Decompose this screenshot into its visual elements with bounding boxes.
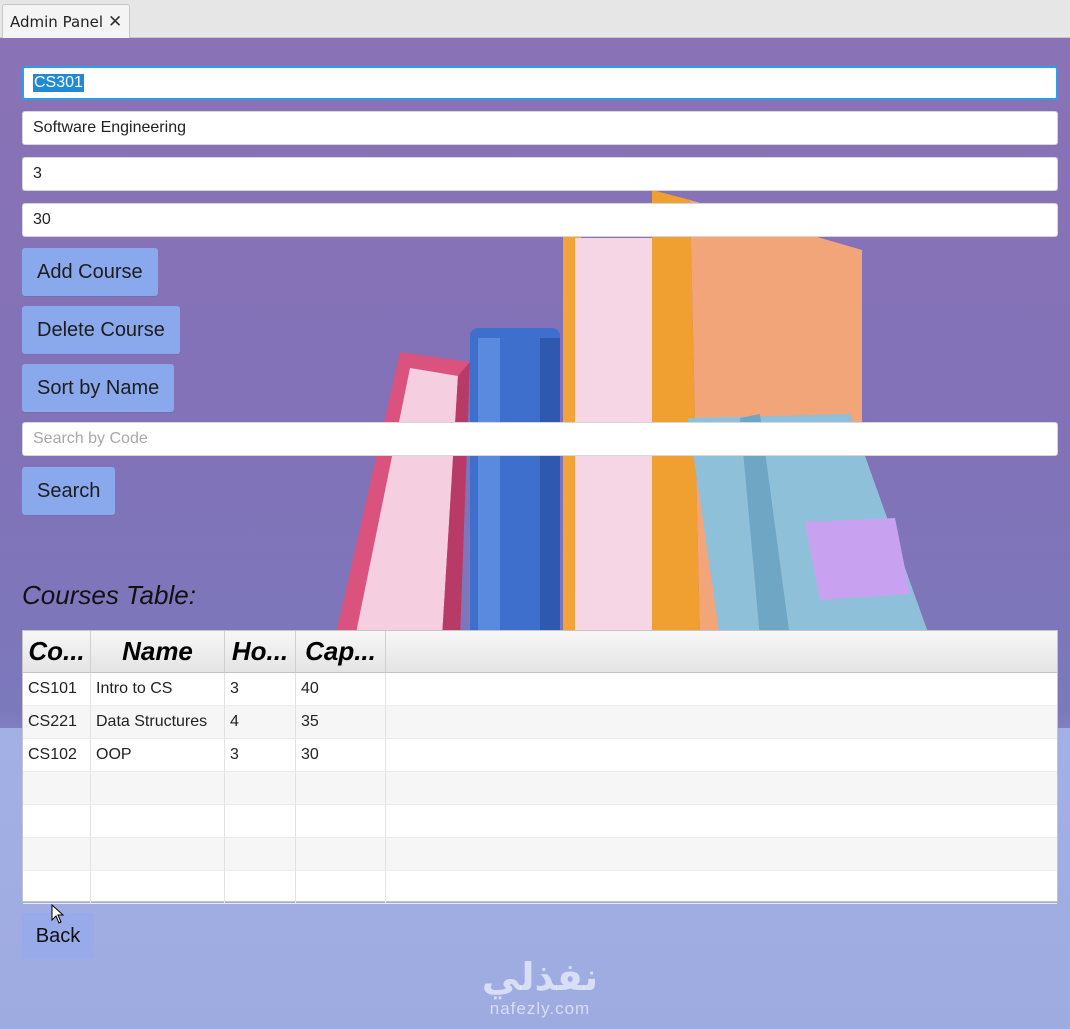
courses-table[interactable]: Co... Name Ho... Cap... CS101 Intro to C…	[22, 630, 1058, 904]
course-code-input[interactable]: CS301	[22, 66, 1058, 100]
cell-name	[91, 871, 225, 903]
tab-title: Admin Panel	[10, 12, 104, 31]
cell-code	[23, 838, 91, 870]
tab-bar: Admin Panel ✕	[0, 0, 1070, 38]
cell-hours	[225, 805, 296, 837]
table-title: Courses Table:	[22, 580, 196, 610]
cell-name	[91, 838, 225, 870]
cell-capacity	[296, 838, 386, 870]
cell-name: Intro to CS	[91, 673, 225, 705]
column-header-capacity[interactable]: Cap...	[296, 631, 386, 672]
cell-capacity: 40	[296, 673, 386, 705]
cell-hours	[225, 838, 296, 870]
cell-filler	[386, 739, 1057, 771]
table-row-empty	[23, 772, 1057, 805]
column-header-hours[interactable]: Ho...	[225, 631, 296, 672]
course-name-input[interactable]	[22, 111, 1058, 145]
close-icon[interactable]: ✕	[108, 12, 122, 32]
cell-hours: 3	[225, 739, 296, 771]
cell-filler	[386, 673, 1057, 705]
course-code-value: CS301	[33, 74, 84, 92]
watermark-latin: nafezly.com	[489, 999, 591, 1018]
table-row-empty	[23, 805, 1057, 838]
table-body: CS101 Intro to CS 3 40 CS221 Data Struct…	[23, 673, 1057, 904]
cell-capacity: 30	[296, 739, 386, 771]
search-button[interactable]: Search	[22, 467, 116, 515]
watermark: نفذلي nafezly.com	[470, 955, 610, 1019]
sort-by-name-button[interactable]: Sort by Name	[22, 364, 175, 412]
cell-hours	[225, 871, 296, 903]
mouse-pointer-icon	[51, 904, 65, 924]
search-input[interactable]	[22, 422, 1058, 456]
add-course-button[interactable]: Add Course	[22, 248, 158, 296]
cell-capacity	[296, 772, 386, 804]
cell-code: CS221	[23, 706, 91, 738]
cell-capacity: 35	[296, 706, 386, 738]
cell-capacity	[296, 871, 386, 903]
column-header-code[interactable]: Co...	[23, 631, 91, 672]
cell-filler	[386, 871, 1057, 903]
cell-name: OOP	[91, 739, 225, 771]
cell-hours	[225, 772, 296, 804]
cell-capacity	[296, 805, 386, 837]
delete-course-button[interactable]: Delete Course	[22, 306, 180, 354]
cell-code: CS101	[23, 673, 91, 705]
cell-code	[23, 772, 91, 804]
watermark-arabic: نفذلي	[481, 955, 599, 999]
column-header-name[interactable]: Name	[91, 631, 225, 672]
credit-hours-input[interactable]	[22, 157, 1058, 191]
cell-code	[23, 871, 91, 903]
table-row[interactable]: CS221 Data Structures 4 35	[23, 706, 1057, 739]
cell-code	[23, 805, 91, 837]
cell-filler	[386, 805, 1057, 837]
cell-hours: 3	[225, 673, 296, 705]
cell-filler	[386, 706, 1057, 738]
cell-hours: 4	[225, 706, 296, 738]
table-header: Co... Name Ho... Cap...	[23, 631, 1057, 673]
cell-filler	[386, 772, 1057, 804]
table-row[interactable]: CS102 OOP 3 30	[23, 739, 1057, 772]
cell-name	[91, 805, 225, 837]
table-row-empty	[23, 838, 1057, 871]
table-row[interactable]: CS101 Intro to CS 3 40	[23, 673, 1057, 706]
table-row-empty	[23, 871, 1057, 904]
cell-name: Data Structures	[91, 706, 225, 738]
capacity-input[interactable]	[22, 203, 1058, 237]
cell-name	[91, 772, 225, 804]
tab-admin-panel[interactable]: Admin Panel ✕	[2, 4, 130, 38]
cell-code: CS102	[23, 739, 91, 771]
cell-filler	[386, 838, 1057, 870]
column-header-filler	[386, 631, 1057, 672]
